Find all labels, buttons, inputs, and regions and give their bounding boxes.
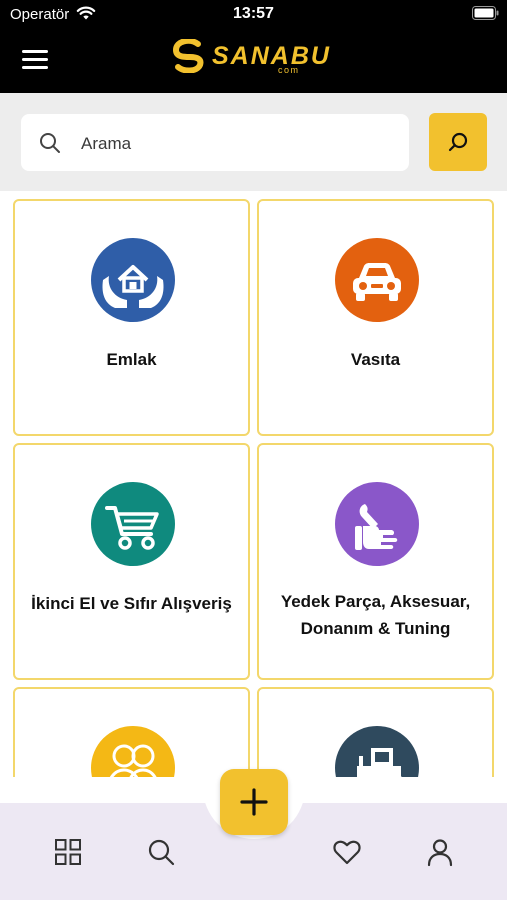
category-card-tractor[interactable]	[257, 687, 494, 777]
search-icon	[448, 132, 468, 152]
grid-icon	[55, 839, 81, 865]
logo-mark-icon	[172, 39, 204, 73]
status-time: 13:57	[233, 5, 274, 22]
app-screen: Operatör 13:57 SANABU com Arama Emlak Va…	[0, 0, 507, 900]
menu-line-icon	[22, 58, 48, 61]
house-hands-icon	[91, 238, 175, 322]
menu-line-icon	[22, 66, 48, 69]
people-icon	[91, 726, 175, 777]
category-card-emlak[interactable]: Emlak	[13, 199, 250, 436]
category-label-line: Donanım & Tuning	[300, 619, 451, 638]
user-icon	[427, 839, 453, 867]
search-input[interactable]	[79, 126, 393, 162]
category-grid: Emlak Vasıta İkinci El ve Sıfır Alışveri…	[0, 191, 507, 777]
category-card-people[interactable]	[13, 687, 250, 777]
category-label-line: Yedek Parça, Aksesuar,	[280, 592, 471, 611]
logo-text: SANABU	[212, 42, 331, 70]
add-listing-button[interactable]	[220, 769, 288, 835]
nav-categories-button[interactable]	[53, 837, 83, 867]
category-label: Vasıta	[350, 350, 401, 369]
heart-icon	[333, 840, 361, 865]
shopping-cart-icon	[91, 482, 175, 566]
logo-subtext: com	[278, 65, 300, 75]
nav-search-button[interactable]	[146, 837, 176, 867]
sanabu-logo[interactable]: SANABU com	[172, 38, 329, 75]
status-bar: Operatör 13:57	[0, 0, 507, 28]
search-icon	[39, 132, 61, 159]
category-label: İkinci El ve Sıfır Alışveriş	[31, 594, 232, 613]
search-area	[0, 93, 507, 191]
category-card-ikinci-el[interactable]: İkinci El ve Sıfır Alışveriş	[13, 443, 250, 680]
wrench-hand-icon	[335, 482, 419, 566]
category-card-vasita[interactable]: Vasıta	[257, 199, 494, 436]
battery-icon	[472, 6, 499, 20]
category-label: Emlak	[106, 350, 157, 369]
tractor-icon	[335, 726, 419, 777]
plus-icon	[240, 788, 268, 816]
category-card-yedek-parca[interactable]: Yedek Parça, Aksesuar, Donanım & Tuning	[257, 443, 494, 680]
search-icon	[148, 839, 175, 866]
nav-favorites-button[interactable]	[332, 837, 362, 867]
search-submit-button[interactable]	[429, 113, 487, 171]
hamburger-menu-button[interactable]	[22, 50, 48, 70]
nav-profile-button[interactable]	[425, 837, 455, 867]
search-box	[21, 114, 409, 171]
car-icon	[335, 238, 419, 322]
menu-line-icon	[22, 50, 48, 53]
top-bar: Operatör 13:57 SANABU com	[0, 0, 507, 93]
category-label: Yedek Parça, Aksesuar, Donanım & Tuning	[263, 588, 488, 642]
